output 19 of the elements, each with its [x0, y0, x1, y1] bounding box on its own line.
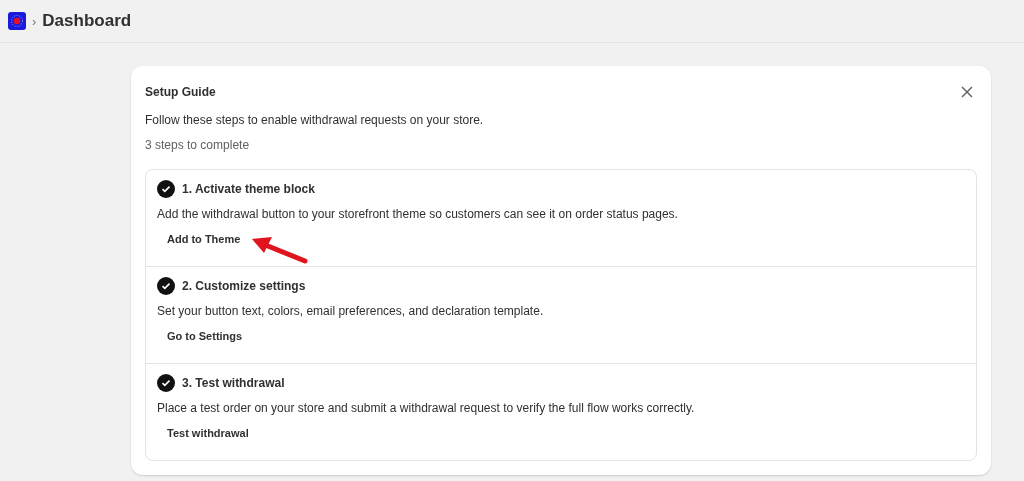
step-description: Add the withdrawal button to your storefront theme so customers can see it on order status pages.	[157, 206, 679, 222]
progress-text: 3 steps to complete	[145, 137, 251, 153]
step-title: 1. Activate theme block	[182, 182, 315, 196]
card-description: Follow these steps to enable withdrawal requests on your store.	[145, 112, 485, 128]
check-circle-icon[interactable]	[157, 374, 175, 392]
step-action-button[interactable]: Add to Theme	[157, 227, 251, 251]
card-title: Setup Guide	[145, 85, 216, 99]
step-action-button[interactable]: Go to Settings	[157, 324, 253, 348]
step-description: Place a test order on your store and submit a withdrawal request to verify the full flow works correctly.	[157, 400, 696, 416]
breadcrumb-separator: ›	[32, 13, 37, 29]
step-title: 2. Customize settings	[182, 279, 306, 293]
step-action-button[interactable]: Test withdrawal	[157, 421, 259, 445]
page-title: Dashboard	[42, 11, 132, 31]
check-circle-icon[interactable]	[157, 180, 175, 198]
close-icon	[961, 86, 973, 98]
step-title: 3. Test withdrawal	[182, 376, 285, 390]
step-description: Set your button text, colors, email preferences, and declaration template.	[157, 303, 545, 319]
app-logo-icon	[8, 12, 26, 30]
check-circle-icon[interactable]	[157, 277, 175, 295]
